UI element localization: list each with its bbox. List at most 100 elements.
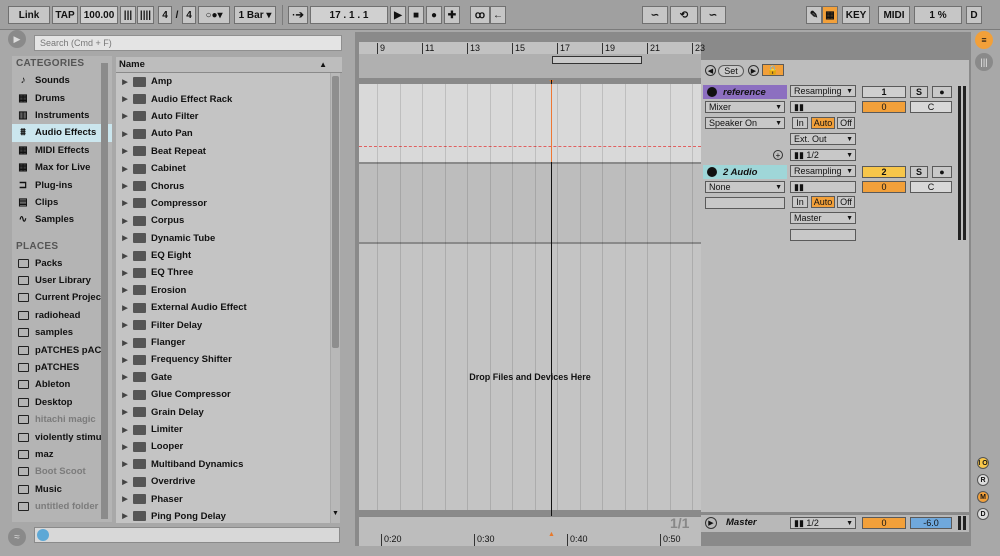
- list-item[interactable]: ▶ Dynamic Tube: [116, 230, 330, 247]
- expand-icon[interactable]: ▶: [119, 339, 131, 347]
- preview-bar[interactable]: [34, 527, 340, 543]
- back-to-arrangement-icon[interactable]: ←: [490, 6, 506, 24]
- follow-icon[interactable]: ·➔: [288, 6, 308, 24]
- expand-icon[interactable]: ▶: [119, 426, 131, 434]
- list-item[interactable]: ▶ Corpus: [116, 212, 330, 229]
- list-item[interactable]: ▶ Audio Effect Rack: [116, 90, 330, 107]
- play-icon[interactable]: ▶: [390, 6, 406, 24]
- output-type-select[interactable]: Ext. Out: [790, 133, 856, 145]
- list-item[interactable]: ▶ Grain Delay: [116, 403, 330, 420]
- monitor-off-button[interactable]: Off: [837, 117, 855, 129]
- expand-icon[interactable]: ▶: [119, 130, 131, 138]
- place-item[interactable]: maz: [12, 446, 112, 463]
- expand-icon[interactable]: ▶: [119, 217, 131, 225]
- draw-envelope-icon[interactable]: ∽: [642, 6, 668, 24]
- track-lane-audio[interactable]: [359, 164, 701, 242]
- category-audio-effects[interactable]: ⩩ Audio Effects: [12, 124, 112, 142]
- expand-icon[interactable]: ▶: [119, 304, 131, 312]
- solo-button[interactable]: S: [910, 166, 928, 178]
- loop-brace[interactable]: [552, 56, 642, 64]
- quantize-menu[interactable]: 1 Bar ▾: [234, 6, 276, 24]
- output-channel-select[interactable]: ▮▮ 1/2: [790, 149, 856, 161]
- track-title-2-audio[interactable]: 2 Audio: [703, 165, 787, 179]
- expand-icon[interactable]: ▶: [119, 391, 131, 399]
- list-scrollbar-thumb[interactable]: [332, 76, 339, 348]
- expand-icon[interactable]: ▶: [119, 112, 131, 120]
- sort-arrow-icon[interactable]: ▲: [319, 57, 327, 73]
- loop-bar[interactable]: [359, 54, 701, 78]
- input-channel-icon[interactable]: ▮▮: [790, 101, 856, 113]
- set-locator-button[interactable]: Set: [718, 65, 744, 77]
- name-column-header[interactable]: Name: [119, 59, 145, 70]
- expand-icon[interactable]: ▶: [119, 199, 131, 207]
- track-activator[interactable]: 2: [862, 166, 906, 178]
- pan-field[interactable]: C: [910, 181, 952, 193]
- expand-icon[interactable]: ▶: [119, 478, 131, 486]
- metronome-icon[interactable]: ○●▾: [198, 6, 230, 24]
- scroll-left-icon[interactable]: ◀: [705, 65, 716, 76]
- right-toggle-button[interactable]: M: [977, 491, 989, 503]
- place-item[interactable]: Music: [12, 481, 112, 498]
- monitor-auto-button[interactable]: Auto: [811, 196, 835, 208]
- place-item[interactable]: Boot Scoot: [12, 463, 112, 480]
- key-map-button[interactable]: KEY: [842, 6, 870, 24]
- place-item[interactable]: Ableton: [12, 376, 112, 393]
- category-sounds[interactable]: ♪ Sounds: [12, 72, 112, 89]
- tap-tempo-button[interactable]: TAP: [52, 6, 78, 24]
- right-toggle-button[interactable]: R: [977, 474, 989, 486]
- place-item[interactable]: Packs: [12, 255, 112, 272]
- link-button[interactable]: Link: [8, 6, 50, 24]
- expand-icon[interactable]: ▶: [119, 147, 131, 155]
- list-item[interactable]: ▶ Glue Compressor: [116, 386, 330, 403]
- category-instruments[interactable]: ▥ Instruments: [12, 107, 112, 124]
- device-select[interactable]: Speaker On: [705, 117, 785, 129]
- expand-icon[interactable]: ▶: [119, 495, 131, 503]
- track-activator[interactable]: 1: [862, 86, 906, 98]
- list-item[interactable]: ▶ Looper: [116, 438, 330, 455]
- arrangement-view-icon[interactable]: ≡: [975, 31, 993, 49]
- master-fold-icon[interactable]: ▶: [705, 517, 717, 529]
- expand-icon[interactable]: ▶: [119, 512, 131, 520]
- expand-icon[interactable]: ▶: [119, 95, 131, 103]
- place-item[interactable]: radiohead: [12, 307, 112, 324]
- preview-icon[interactable]: [37, 529, 49, 541]
- monitor-auto-button[interactable]: Auto: [811, 117, 835, 129]
- expand-icon[interactable]: ▶: [119, 252, 131, 260]
- right-toggle-button[interactable]: I O: [977, 457, 989, 469]
- stop-icon[interactable]: ■: [408, 6, 424, 24]
- monitor-off-button[interactable]: Off: [837, 196, 855, 208]
- list-item[interactable]: ▶ Filter Delay: [116, 316, 330, 333]
- expand-icon[interactable]: ▶: [119, 269, 131, 277]
- list-item[interactable]: ▶ Cabinet: [116, 160, 330, 177]
- browser-toggle-icon[interactable]: ▶: [8, 30, 26, 48]
- expand-icon[interactable]: ▶: [119, 443, 131, 451]
- volume-field[interactable]: 0: [862, 181, 906, 193]
- groove-pool-icon[interactable]: ≈: [8, 528, 26, 546]
- list-item[interactable]: ▶ Beat Repeat: [116, 143, 330, 160]
- category-samples[interactable]: ∿ Samples: [12, 211, 112, 228]
- device-slot[interactable]: [705, 197, 785, 209]
- scroll-down-icon[interactable]: ▼: [332, 510, 339, 517]
- sidebar-scrollbar[interactable]: [101, 63, 108, 519]
- arm-icon[interactable]: ●: [932, 86, 952, 98]
- expand-icon[interactable]: ▶: [119, 373, 131, 381]
- input-channel-icon[interactable]: ▮▮: [790, 181, 856, 193]
- list-item[interactable]: ▶ Chorus: [116, 177, 330, 194]
- list-item[interactable]: ▶ Compressor: [116, 195, 330, 212]
- input-type-select[interactable]: Resampling: [790, 165, 856, 177]
- loop-icon[interactable]: ⟲: [670, 6, 698, 24]
- list-item[interactable]: ▶ Frequency Shifter: [116, 351, 330, 368]
- place-item[interactable]: pATCHES pAC: [12, 341, 112, 358]
- expand-icon[interactable]: ▶: [119, 234, 131, 242]
- category-midi-effects[interactable]: ▦ MIDI Effects: [12, 142, 112, 159]
- list-item[interactable]: ▶ Erosion: [116, 282, 330, 299]
- drop-area[interactable]: Drop Files and Devices Here: [359, 244, 701, 510]
- list-item[interactable]: ▶ EQ Eight: [116, 247, 330, 264]
- expand-icon[interactable]: ▶: [119, 460, 131, 468]
- computer-midi-icon[interactable]: ▦: [822, 6, 838, 24]
- add-icon[interactable]: +: [773, 150, 783, 160]
- place-item[interactable]: User Library: [12, 272, 112, 289]
- pencil-icon[interactable]: ✎: [806, 6, 822, 24]
- category-plug-ins[interactable]: ⊐ Plug-ins: [12, 176, 112, 193]
- place-item[interactable]: untitled folder: [12, 498, 112, 515]
